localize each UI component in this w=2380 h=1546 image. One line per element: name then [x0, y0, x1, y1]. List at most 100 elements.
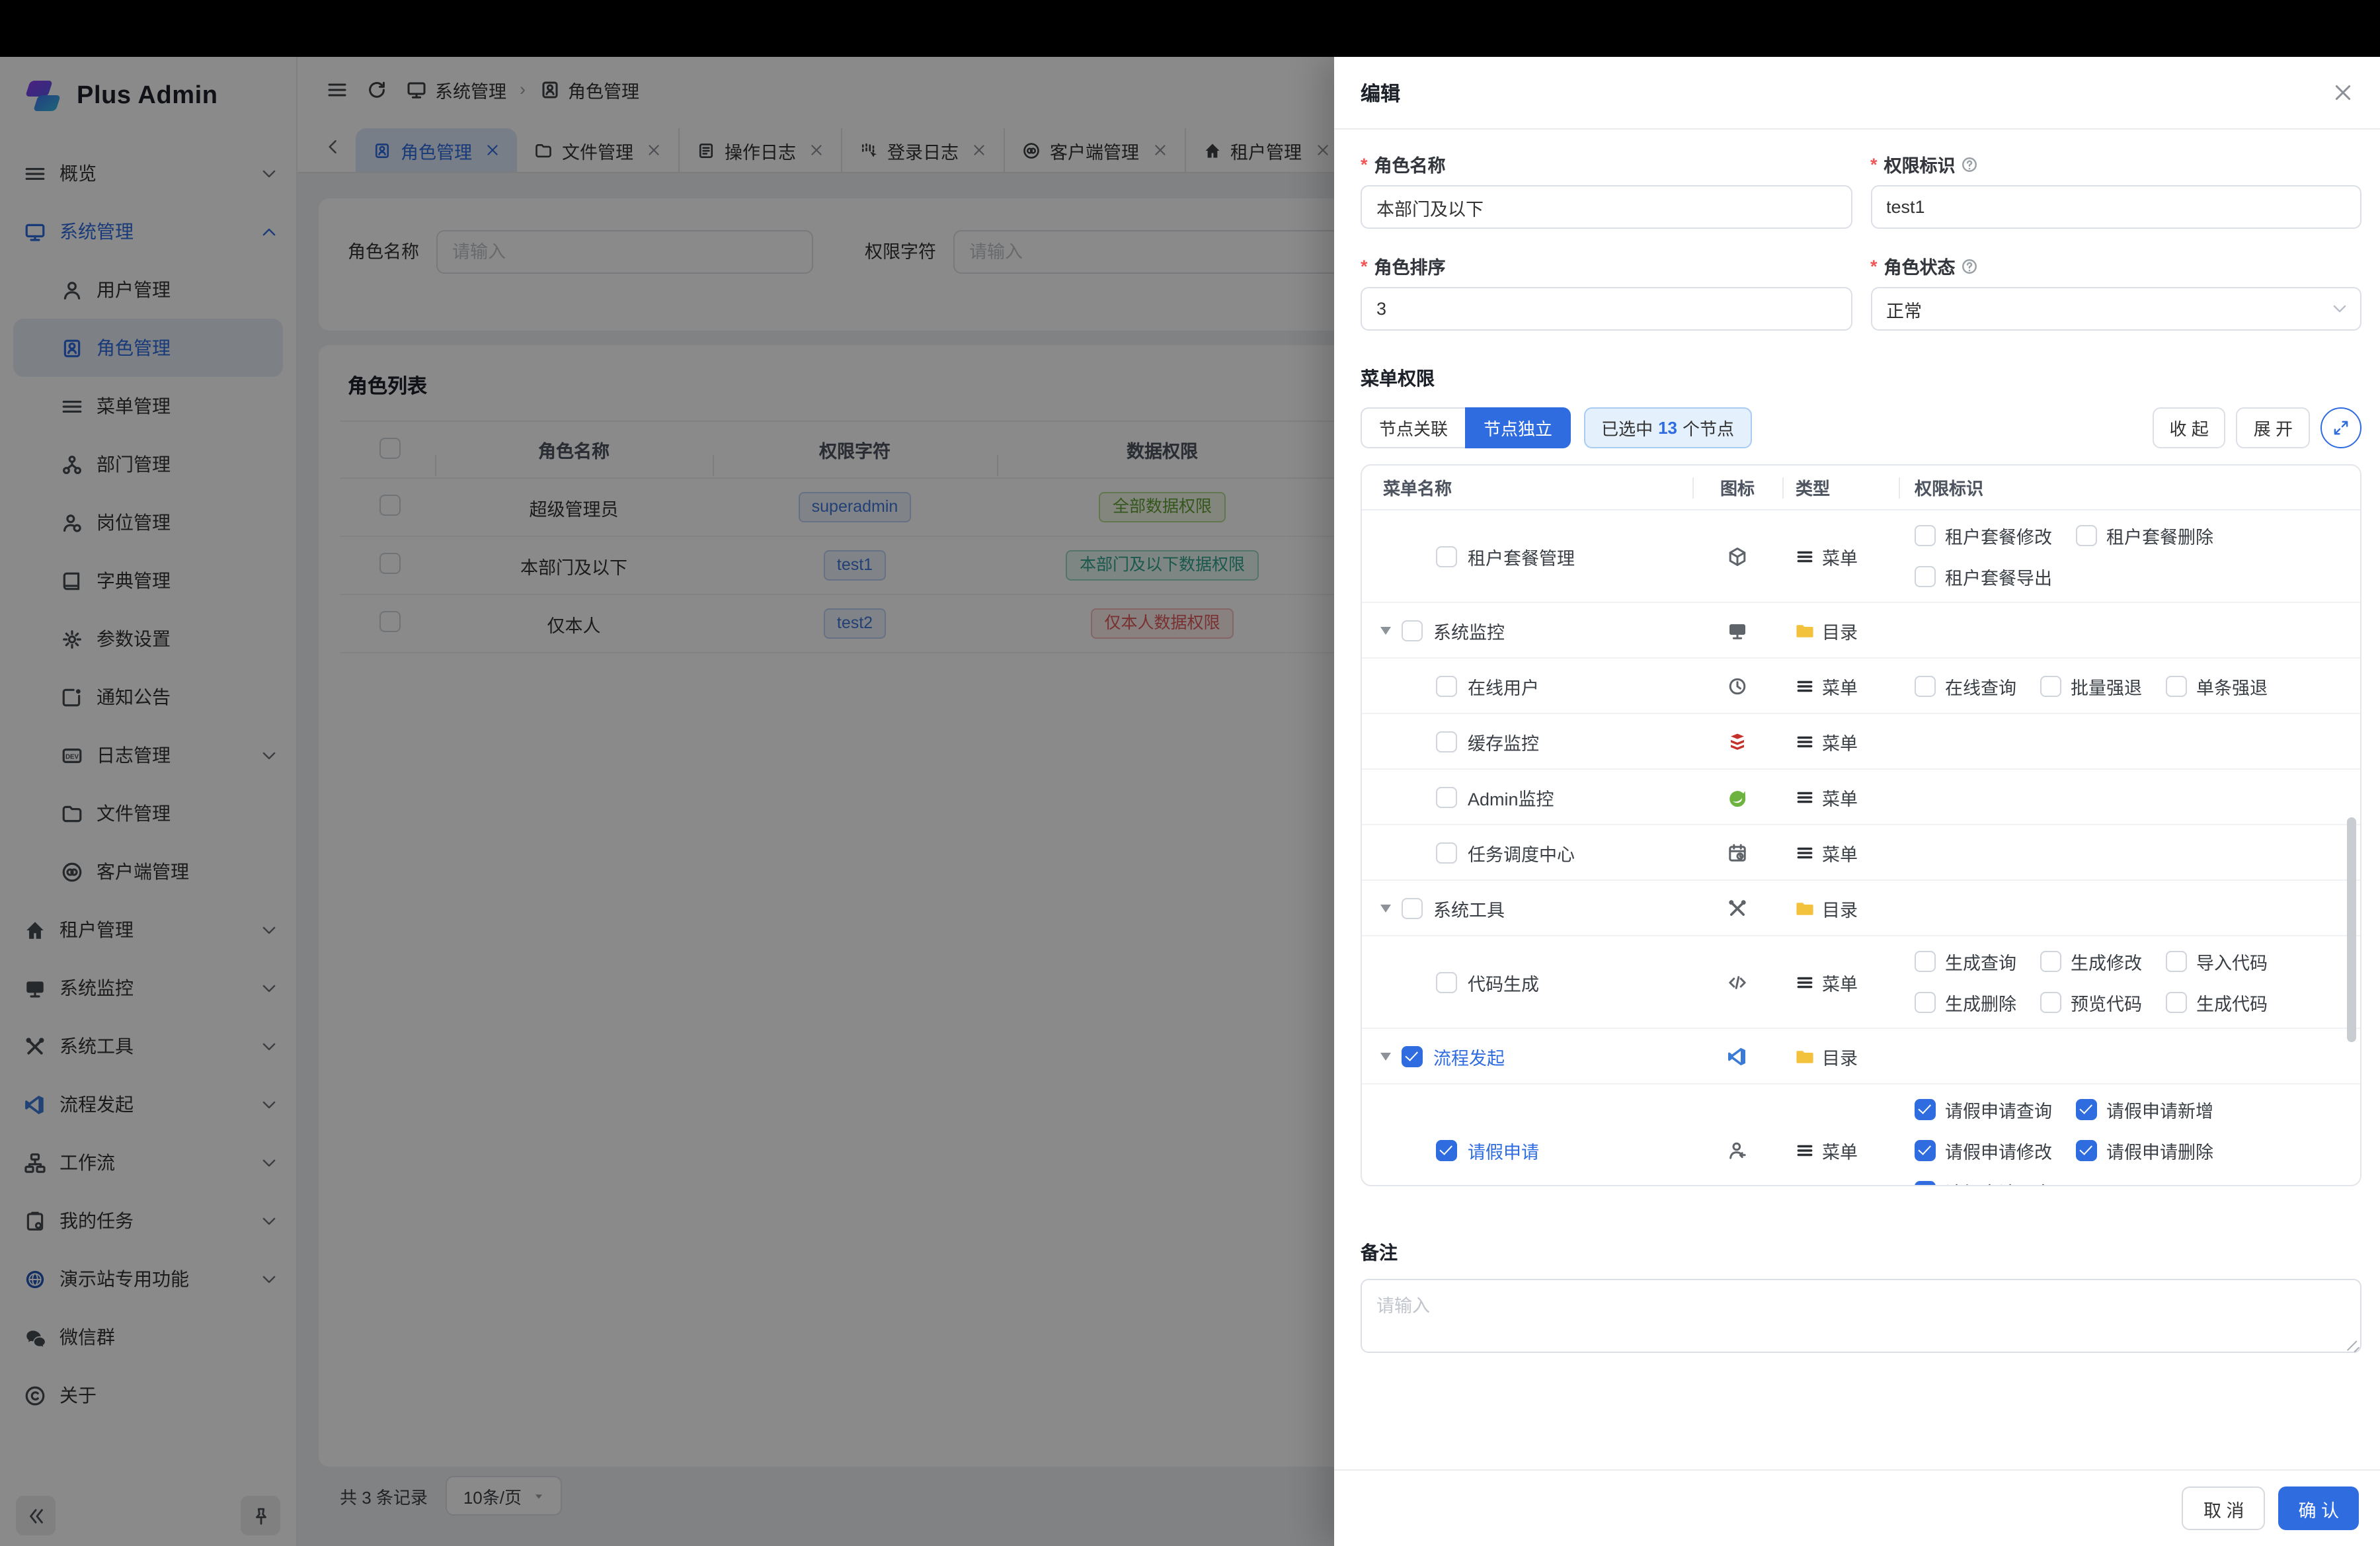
expander-icon[interactable] — [1380, 626, 1391, 634]
tree-node-label[interactable]: 流程发起 — [1433, 1043, 1505, 1069]
tree-column-type: 类型 — [1782, 466, 1899, 509]
tree-node-checkbox[interactable] — [1402, 897, 1423, 918]
perm-label: 租户套餐导出 — [1945, 563, 2052, 590]
perm-checkbox-item[interactable]: 请假申请修改 — [1915, 1137, 2052, 1164]
chevron-down-icon — [2331, 300, 2348, 317]
expander-icon[interactable] — [1380, 1052, 1391, 1060]
spring-icon — [1727, 786, 1748, 807]
perm-checkbox — [1915, 1099, 1936, 1120]
perm-key-input[interactable] — [1870, 185, 2361, 229]
package-icon — [1727, 546, 1748, 567]
tree-node-label[interactable]: 请假申请 — [1468, 1137, 1539, 1164]
perm-checkbox-item[interactable]: 生成删除 — [1915, 989, 2016, 1016]
scrollbar-thumb[interactable] — [2347, 817, 2356, 1042]
tree-column-icon: 图标 — [1692, 466, 1782, 509]
help-icon[interactable] — [1961, 257, 1978, 274]
perm-checkbox — [2076, 1099, 2097, 1120]
confirm-button[interactable]: 确 认 — [2278, 1486, 2359, 1530]
tree-node-label[interactable]: 租户套餐管理 — [1468, 543, 1575, 569]
tree-node-checkbox[interactable] — [1436, 546, 1457, 567]
perm-checkbox-item[interactable]: 在线查询 — [1915, 672, 2016, 699]
expand-all-button[interactable]: 展 开 — [2237, 407, 2310, 448]
tree-node-label[interactable]: Admin监控 — [1468, 784, 1554, 810]
help-icon[interactable] — [1961, 155, 1978, 173]
node-independent-button[interactable]: 节点独立 — [1465, 407, 1571, 448]
perm-checkbox-item[interactable]: 生成修改 — [2040, 948, 2142, 975]
modal-overlay[interactable] — [0, 57, 1334, 1546]
tree-node-checkbox[interactable] — [1436, 842, 1457, 863]
folder-icon — [1796, 1047, 1814, 1065]
fullscreen-tree-button[interactable] — [2320, 407, 2361, 448]
selected-count-pill[interactable]: 已选中 13 个节点 — [1584, 407, 1751, 448]
perm-checkbox-item[interactable]: 请假申请新增 — [2076, 1096, 2213, 1123]
tree-row: 流程发起目录 — [1362, 1029, 2360, 1084]
tree-node-label[interactable]: 系统工具 — [1433, 895, 1505, 921]
node-type: 菜单 — [1782, 784, 1899, 810]
collapse-all-button[interactable]: 收 起 — [2153, 407, 2226, 448]
remark-textarea[interactable] — [1361, 1279, 2361, 1353]
perm-checkbox-item[interactable]: 请假申请删除 — [2076, 1137, 2213, 1164]
menu-type-icon — [1796, 732, 1814, 751]
perm-label: 生成代码 — [2196, 989, 2268, 1016]
menu-perm-controls: 节点关联 节点独立 已选中 13 个节点 收 起 展 开 — [1361, 407, 2361, 448]
perm-checkbox — [1915, 525, 1936, 546]
perm-checkbox-item[interactable]: 生成代码 — [2166, 989, 2268, 1016]
perm-checkbox-item[interactable]: 预览代码 — [2040, 989, 2142, 1016]
monitor2-icon — [1727, 620, 1748, 641]
perm-checkbox-item[interactable]: 导入代码 — [2166, 948, 2268, 975]
tree-node-checkbox[interactable] — [1436, 675, 1457, 696]
perm-checkbox-item[interactable]: 请假申请导出 — [1915, 1178, 2052, 1186]
perm-label: 生成查询 — [1945, 948, 2016, 975]
perm-checkbox — [2166, 675, 2187, 696]
role-status-select[interactable] — [1870, 287, 2361, 331]
node-type: 菜单 — [1782, 1137, 1899, 1164]
role-sort-label: 角色排序 — [1374, 253, 1446, 279]
perm-label: 租户套餐修改 — [1945, 522, 2052, 549]
tree-node-checkbox[interactable] — [1436, 1140, 1457, 1161]
perm-checkbox-item[interactable]: 单条强退 — [2166, 672, 2268, 699]
leave-icon — [1727, 1140, 1748, 1161]
menu-perm-title: 菜单权限 — [1361, 365, 2361, 391]
tree-node-checkbox[interactable] — [1436, 786, 1457, 807]
tree-node-label[interactable]: 系统监控 — [1433, 617, 1505, 643]
expander-icon[interactable] — [1380, 904, 1391, 912]
online-icon — [1727, 675, 1748, 696]
tree-row: 系统工具目录 — [1362, 881, 2360, 936]
role-name-label: 角色名称 — [1374, 151, 1446, 177]
drawer-header: 编辑 — [1334, 57, 2380, 130]
perm-label: 请假申请导出 — [1945, 1178, 2052, 1186]
node-type: 菜单 — [1782, 672, 1899, 699]
perm-checkbox-item[interactable]: 请假申请查询 — [1915, 1096, 2052, 1123]
role-sort-input[interactable] — [1361, 287, 1852, 331]
node-linked-button[interactable]: 节点关联 — [1361, 407, 1465, 448]
tree-node-label[interactable]: 任务调度中心 — [1468, 839, 1575, 866]
tree-row: 请假申请 菜单请假申请查询请假申请新增请假申请修改请假申请删除请假申请导出 — [1362, 1084, 2360, 1186]
role-name-input[interactable] — [1361, 185, 1852, 229]
folder-icon — [1796, 899, 1814, 917]
perm-checkbox-item[interactable]: 租户套餐修改 — [1915, 522, 2052, 549]
tree-node-label[interactable]: 在线用户 — [1468, 672, 1539, 699]
perm-checkbox — [2040, 951, 2061, 972]
perm-label: 生成删除 — [1945, 989, 2016, 1016]
tree-node-checkbox[interactable] — [1436, 971, 1457, 993]
field-role-sort: *角色排序 — [1361, 253, 1852, 331]
node-type: 菜单 — [1782, 969, 1899, 995]
tree-node-checkbox[interactable] — [1402, 620, 1423, 641]
perm-checkbox-item[interactable]: 租户套餐导出 — [1915, 563, 2052, 590]
node-mode-segment: 节点关联 节点独立 — [1361, 407, 1571, 448]
menu-type-icon — [1796, 676, 1814, 695]
edit-drawer: 编辑 *角色名称 *权限标识 *角色排序 *角色状态 — [1334, 57, 2380, 1546]
close-icon[interactable] — [2332, 82, 2354, 103]
remark-label: 备注 — [1361, 1239, 2361, 1266]
perm-checkbox-item[interactable]: 生成查询 — [1915, 948, 2016, 975]
perm-checkbox-item[interactable]: 批量强退 — [2040, 672, 2142, 699]
tree-node-label[interactable]: 缓存监控 — [1468, 728, 1539, 754]
tree-node-label[interactable]: 代码生成 — [1468, 969, 1539, 995]
tree-node-checkbox[interactable] — [1436, 731, 1457, 752]
tree-node-checkbox[interactable] — [1402, 1045, 1423, 1067]
perm-checkbox-item[interactable]: 租户套餐删除 — [2076, 522, 2213, 549]
tree-row: 任务调度中心菜单 — [1362, 825, 2360, 881]
required-mark: * — [1870, 256, 1878, 276]
cancel-button[interactable]: 取 消 — [2182, 1486, 2266, 1530]
menu-type-icon — [1796, 788, 1814, 806]
